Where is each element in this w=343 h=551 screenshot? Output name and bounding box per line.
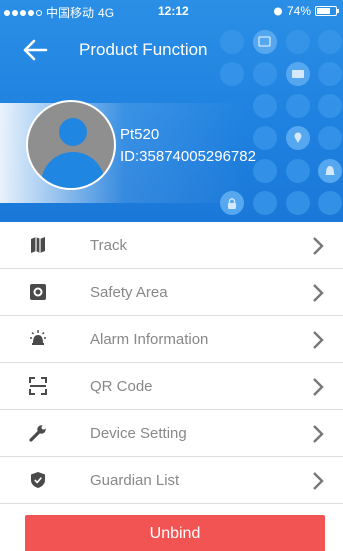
safety-area-icon — [30, 284, 46, 300]
menu-item-label: Device Setting — [90, 425, 187, 442]
chevron-right-icon — [313, 378, 324, 396]
avatar[interactable] — [26, 100, 116, 190]
map-icon — [31, 237, 45, 253]
chevron-right-icon — [313, 472, 324, 490]
alarm-icon — [30, 330, 46, 345]
qr-code-icon — [29, 377, 47, 395]
header: 中国移动 4G 12:12 74% Product Function Pt520… — [0, 0, 343, 222]
menu-item-label: QR Code — [90, 378, 153, 395]
menu-item-guardian-list[interactable]: Guardian List — [0, 457, 343, 504]
nav-bar: Product Function — [0, 30, 343, 70]
status-time: 12:12 — [158, 4, 189, 18]
shield-icon — [31, 472, 45, 488]
unbind-button[interactable]: Unbind — [25, 515, 325, 551]
page-title: Product Function — [79, 40, 208, 59]
battery-percent: 74% — [286, 4, 311, 18]
device-id: ID:35874005296782 — [120, 148, 256, 165]
menu-item-alarm-information[interactable]: Alarm Information — [0, 316, 343, 363]
back-arrow-icon[interactable] — [22, 38, 48, 62]
menu-item-label: Alarm Information — [90, 331, 209, 348]
chevron-right-icon — [313, 425, 324, 443]
signal-strength-icon — [4, 9, 42, 16]
carrier-label: 中国移动 — [46, 6, 95, 20]
status-bar: 中国移动 4G 12:12 74% — [0, 0, 343, 20]
network-label: 4G — [98, 5, 115, 20]
chevron-right-icon — [313, 284, 324, 302]
menu-item-label: Safety Area — [90, 284, 168, 301]
alarm-clock-icon — [273, 7, 282, 16]
menu-item-label: Guardian List — [90, 472, 180, 489]
wrench-icon — [29, 425, 46, 442]
menu-item-device-setting[interactable]: Device Setting — [0, 410, 343, 457]
menu-item-label: Track — [90, 237, 127, 254]
menu-item-safety-area[interactable]: Safety Area — [0, 269, 343, 316]
device-name: Pt520 — [120, 126, 160, 143]
battery-icon — [315, 6, 339, 16]
menu-item-track[interactable]: Track — [0, 222, 343, 269]
function-menu: Track Safety Area Alarm Information QR C… — [0, 222, 343, 504]
chevron-right-icon — [313, 237, 324, 255]
chevron-right-icon — [313, 331, 324, 349]
menu-item-qr-code[interactable]: QR Code — [0, 363, 343, 410]
